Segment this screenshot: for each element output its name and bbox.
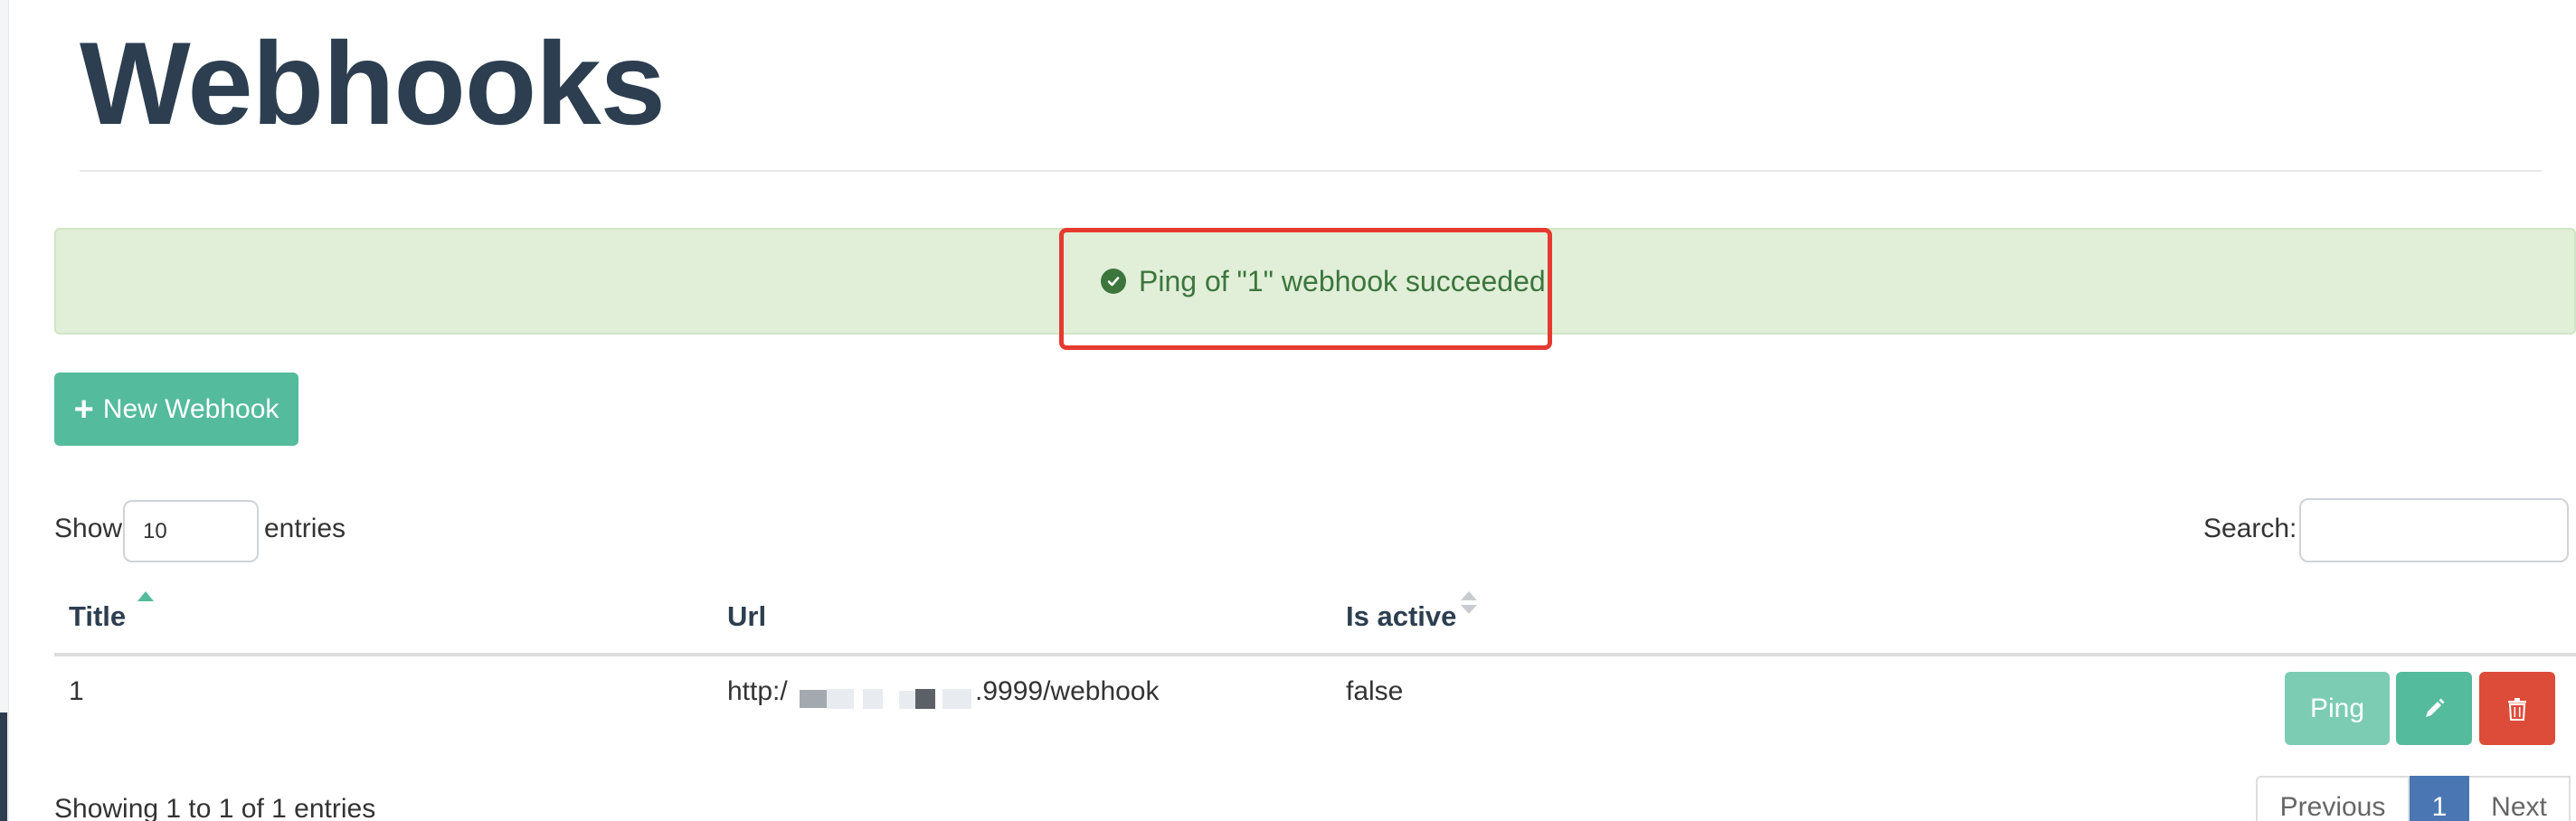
column-header-title[interactable]: Title (69, 600, 126, 633)
delete-button[interactable] (2479, 672, 2555, 745)
redacted-block (827, 689, 854, 709)
sortable-icon (1461, 591, 1477, 614)
title-divider (80, 170, 2542, 172)
entries-label: entries (264, 514, 346, 543)
alert-message: Ping of "1" webhook succeeded. (1101, 230, 1554, 333)
table-info: Showing 1 to 1 of 1 entries (54, 794, 376, 821)
sort-ascending-icon (137, 591, 154, 601)
column-header-is-active[interactable]: Is active (1346, 600, 1456, 633)
cell-url-suffix: .9999/webhook (975, 676, 1160, 706)
redacted-block (942, 689, 971, 709)
next-page-button[interactable]: Next (2469, 776, 2571, 821)
table-header-divider (54, 653, 2576, 656)
ping-button[interactable]: Ping (2285, 672, 2390, 745)
redacted-block (863, 689, 883, 709)
sidebar-active-marker (0, 712, 7, 821)
page-1-button[interactable]: 1 (2410, 776, 2469, 821)
check-circle-icon (1101, 269, 1126, 294)
cell-url: http:/ (727, 676, 788, 706)
new-webhook-button[interactable]: + New Webhook (54, 373, 298, 446)
cell-title: 1 (69, 676, 84, 706)
trash-icon (2508, 697, 2526, 721)
redacted-block (915, 689, 935, 709)
cell-is-active: false (1346, 676, 1404, 706)
column-header-url-label: Url (727, 600, 767, 632)
new-webhook-label: New Webhook (102, 393, 279, 424)
pencil-icon (2426, 698, 2445, 717)
success-alert: Ping of "1" webhook succeeded. (54, 228, 2576, 335)
column-header-url[interactable]: Url (727, 600, 766, 633)
redacted-block (800, 690, 827, 708)
search-label: Search: (2203, 514, 2297, 543)
edit-button[interactable] (2396, 672, 2472, 745)
search-input[interactable] (2299, 498, 2569, 562)
redacted-block (899, 691, 915, 709)
plus-icon: + (73, 390, 94, 429)
show-label: Show (54, 514, 123, 543)
previous-page-button[interactable]: Previous (2256, 776, 2410, 821)
column-header-title-label: Title (69, 600, 127, 632)
alert-text: Ping of "1" webhook succeeded. (1139, 264, 1554, 297)
column-header-is-active-label: Is active (1346, 600, 1457, 632)
pagination: Previous 1 Next (2256, 776, 2571, 821)
page-size-select[interactable] (123, 500, 259, 562)
left-sidebar-edge (0, 0, 9, 821)
page-title: Webhooks (80, 17, 666, 149)
